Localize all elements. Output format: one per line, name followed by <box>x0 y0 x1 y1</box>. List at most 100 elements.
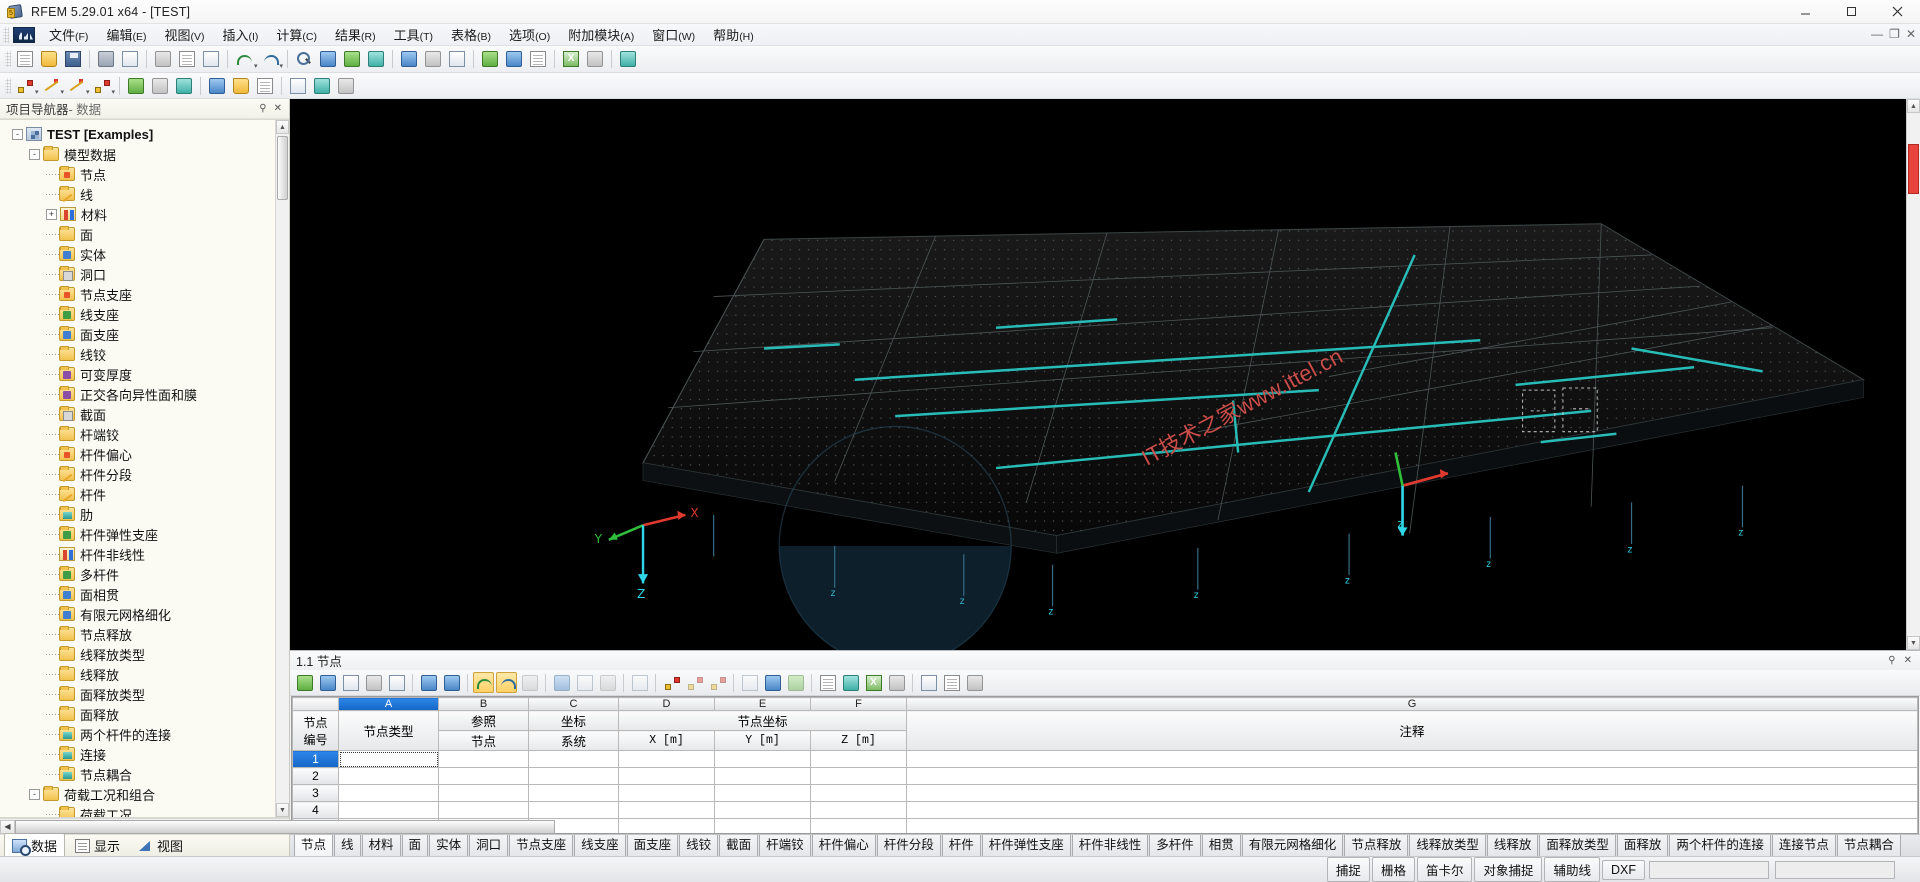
table-excel-export-button[interactable] <box>863 672 884 693</box>
table-cell[interactable] <box>618 818 715 833</box>
table-cell[interactable] <box>810 801 907 819</box>
table-cell[interactable] <box>528 750 619 768</box>
table-delete-row-button[interactable] <box>661 672 682 693</box>
table-tab-strip[interactable]: 节点线材料面实体 洞口 节点支座 线支座 面支座 线铰 截面 杆端铰 杆件偏心 杆件分段 杆件 杆件弹… <box>290 834 1920 856</box>
tree-item-4[interactable]: + 材料 <box>6 204 289 224</box>
status-button-dxf[interactable]: DXF <box>1602 859 1645 880</box>
column-letter-d[interactable]: D <box>618 697 715 711</box>
table-row-number[interactable]: 4 <box>292 801 339 819</box>
scroll-thumb[interactable] <box>277 136 288 200</box>
open-file-button[interactable] <box>38 48 60 70</box>
table-cell[interactable] <box>714 818 811 833</box>
menu-item-calculate[interactable]: 计算(C) <box>267 23 326 46</box>
cut-button[interactable] <box>152 48 174 70</box>
scroll-up-icon[interactable]: ▲ <box>276 120 289 134</box>
bottom-tab-24[interactable]: 面释放 <box>1616 835 1669 856</box>
status-button-grid[interactable]: 栅格 <box>1371 857 1415 882</box>
bottom-tab-21[interactable]: 线释放类型 <box>1409 835 1486 856</box>
bottom-tab-23[interactable]: 面释放类型 <box>1539 835 1616 856</box>
new-load-button[interactable] <box>206 75 228 97</box>
redo-button[interactable] <box>259 48 281 70</box>
tree-item-11[interactable]: 线铰 <box>6 344 289 364</box>
table-row[interactable]: 1 <box>292 750 1918 768</box>
paste-button[interactable] <box>200 48 222 70</box>
bottom-tab-20[interactable]: 节点释放 <box>1344 835 1409 856</box>
fe-mesh-button[interactable] <box>287 75 309 97</box>
menu-item-help[interactable]: 帮助(H) <box>704 23 763 46</box>
printout-report-button[interactable] <box>527 48 549 70</box>
table-edit-button[interactable] <box>294 672 315 693</box>
toolbar2-grip[interactable] <box>5 77 11 94</box>
bottom-tab-16[interactable]: 杆件非线性 <box>1071 835 1149 856</box>
new-file-button[interactable] <box>14 48 36 70</box>
new-loadcase-button[interactable] <box>230 75 252 97</box>
rotate-button[interactable] <box>365 48 387 70</box>
table-cell[interactable] <box>906 801 1918 819</box>
doc-restore-icon[interactable]: ❐ <box>1889 27 1900 41</box>
menu-item-file[interactable]: 文件(F) <box>40 23 97 46</box>
status-button-snap[interactable]: 捕捉 <box>1326 857 1370 882</box>
toolbar-grip[interactable] <box>5 51 11 67</box>
tree-item-22[interactable]: 多杆件 <box>6 564 289 584</box>
tree-item-1[interactable]: - 模型数据 <box>6 144 289 164</box>
bottom-tab-11[interactable]: 杆端铰 <box>759 835 811 856</box>
render-wire-button[interactable] <box>422 48 444 70</box>
table-cell[interactable] <box>438 750 529 768</box>
scroll-left-icon[interactable]: ◀ <box>0 819 15 834</box>
tree-collapse-icon[interactable]: - <box>29 788 40 800</box>
table-row-number[interactable]: 2 <box>292 767 339 785</box>
bottom-tab-2[interactable]: 材料 <box>361 835 401 856</box>
table-append-row-button[interactable] <box>707 672 728 693</box>
tree-item-34[interactable]: 荷载工况 <box>6 804 289 817</box>
excel-export-button[interactable] <box>560 48 582 70</box>
calculate-button[interactable] <box>479 48 501 70</box>
print-button[interactable] <box>95 48 117 70</box>
bottom-tab-1[interactable]: 线 <box>334 835 361 856</box>
table-highlight-button[interactable] <box>386 672 407 693</box>
tree-item-24[interactable]: 有限元网格细化 <box>6 604 289 624</box>
table-sort-button[interactable] <box>340 672 361 693</box>
table-cell[interactable] <box>810 818 907 833</box>
doc-minimize-icon[interactable]: — <box>1871 27 1883 41</box>
bottom-tab-7[interactable]: 线支座 <box>574 835 626 856</box>
table-units-button[interactable] <box>918 672 939 693</box>
bottom-tab-22[interactable]: 线释放 <box>1486 835 1539 856</box>
tree-item-33[interactable]: - 荷载工况和组合 <box>6 784 289 804</box>
tree-item-21[interactable]: 杆件非线性 <box>6 544 289 564</box>
table-cell[interactable] <box>906 767 1918 785</box>
table-cell[interactable] <box>338 767 439 785</box>
status-button-guideline[interactable]: 辅助线 <box>1544 857 1600 882</box>
table-next-button[interactable] <box>441 672 462 693</box>
tree-item-14[interactable]: 截面 <box>6 404 289 424</box>
undo-button[interactable] <box>233 48 255 70</box>
tree-item-23[interactable]: 面相贯 <box>6 584 289 604</box>
viewport-scroll-down-icon[interactable]: ▼ <box>1907 636 1920 650</box>
navigator-close-icon[interactable]: ✕ <box>274 103 282 114</box>
column-letter-c[interactable]: C <box>528 697 619 711</box>
table-cell[interactable] <box>618 801 715 819</box>
tree-item-29[interactable]: 面释放 <box>6 704 289 724</box>
tree-item-18[interactable]: 杆件 <box>6 484 289 504</box>
render-shaded-button[interactable] <box>446 48 468 70</box>
table-cell[interactable] <box>618 784 715 802</box>
tree-item-6[interactable]: 实体 <box>6 244 289 264</box>
tree-item-26[interactable]: 线释放类型 <box>6 644 289 664</box>
table-row-number[interactable]: 1 <box>292 750 339 768</box>
bottom-tab-8[interactable]: 面支座 <box>626 835 679 856</box>
table-grid-wrap[interactable]: A B C D E F G 节点 编号 节点类型 参照 坐标 节点坐标 注释 节… <box>291 696 1919 834</box>
new-support-button[interactable] <box>173 75 195 97</box>
table-cell[interactable] <box>338 750 439 768</box>
table-cell[interactable] <box>618 750 715 768</box>
bottom-tab-14[interactable]: 杆件 <box>941 835 981 856</box>
bottom-tab-10[interactable]: 截面 <box>719 835 759 856</box>
table-cell[interactable] <box>438 801 529 819</box>
print-preview-button[interactable] <box>119 48 141 70</box>
table-filter-button[interactable] <box>363 672 384 693</box>
close-icon[interactable] <box>1874 0 1920 24</box>
viewport-vertical-scrollbar[interactable]: ▲ ▼ <box>1906 99 1920 650</box>
column-letter-e[interactable]: E <box>714 697 811 711</box>
table-cell[interactable] <box>714 750 811 768</box>
table-report-button[interactable] <box>817 672 838 693</box>
table-row[interactable]: 4 <box>292 801 1918 819</box>
bottom-tab-3[interactable]: 面 <box>401 835 429 856</box>
